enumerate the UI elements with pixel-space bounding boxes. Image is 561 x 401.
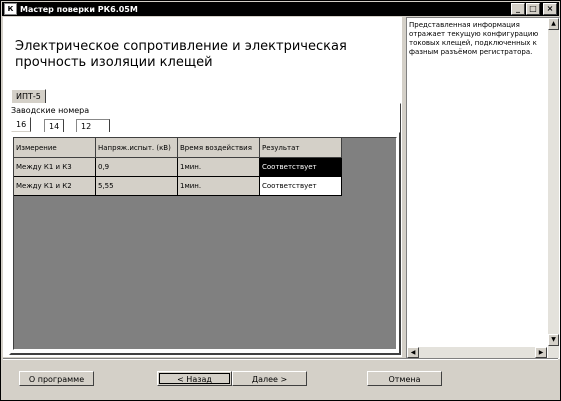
scroll-up-icon[interactable]: ▲ <box>548 18 559 30</box>
back-button[interactable]: < Назад <box>157 371 232 386</box>
cell-measurement[interactable]: Между К1 и К2 <box>14 177 96 196</box>
cell-time[interactable]: 1мин. <box>178 177 260 196</box>
table-row[interactable]: Между К1 и К3 0,9 1мин. Соответствует <box>14 158 342 177</box>
title-bar[interactable]: К Мастер поверки РК6.05М _ □ × <box>2 2 559 16</box>
column-header-measurement[interactable]: Измерение <box>14 138 96 158</box>
main-panel: Электрическое сопротивление и электричес… <box>3 17 402 357</box>
page-title: Электрическое сопротивление и электричес… <box>15 39 395 71</box>
column-header-result[interactable]: Результат <box>260 138 342 158</box>
cell-result[interactable]: Соответствует <box>260 158 342 177</box>
info-text: Представленная информация отражает текущ… <box>409 21 539 56</box>
serials-label: Заводские номера <box>11 106 90 115</box>
page-title-line-1: Электрическое сопротивление и электричес… <box>15 39 347 54</box>
table-row[interactable]: Между К1 и К2 5,55 1мин. Соответствует <box>14 177 342 196</box>
tab-ipt-5[interactable]: ИПТ-5 <box>11 89 46 104</box>
page-title-line-2: прочность изоляции клещей <box>15 55 213 70</box>
scroll-right-icon[interactable]: ▶ <box>535 347 547 358</box>
close-button[interactable]: × <box>543 3 557 15</box>
window-controls: _ □ × <box>511 3 557 15</box>
window-title: Мастер поверки РК6.05М <box>20 4 138 14</box>
maximize-button[interactable]: □ <box>526 3 540 15</box>
about-button[interactable]: О программе <box>19 371 94 386</box>
clamp-tab-panel: Заводские номера 16 14 12 Измерение Напр… <box>9 103 401 355</box>
wizard-window: К Мастер поверки РК6.05М _ □ × Электриче… <box>0 0 561 401</box>
info-vertical-scrollbar[interactable]: ▲ ▼ <box>548 18 559 358</box>
scroll-left-icon[interactable]: ◀ <box>407 347 419 358</box>
column-header-time[interactable]: Время воздействия <box>178 138 260 158</box>
footer-divider <box>3 358 558 360</box>
measurement-grid[interactable]: Измерение Напряж.испыт. (кВ) Время возде… <box>13 137 397 350</box>
info-horizontal-scrollbar[interactable]: ◀ ▶ <box>407 347 547 358</box>
tab-serial-16[interactable]: 16 <box>11 117 32 132</box>
info-panel: Представленная информация отражает текущ… <box>406 17 560 359</box>
scroll-down-icon[interactable]: ▼ <box>548 334 559 346</box>
grid-header-row: Измерение Напряж.испыт. (кВ) Время возде… <box>14 138 342 158</box>
cell-voltage[interactable]: 0,9 <box>96 158 178 177</box>
column-header-voltage[interactable]: Напряж.испыт. (кВ) <box>96 138 178 158</box>
cell-time[interactable]: 1мин. <box>178 158 260 177</box>
cell-measurement[interactable]: Между К1 и К3 <box>14 158 96 177</box>
next-button[interactable]: Далее > <box>232 371 307 386</box>
minimize-button[interactable]: _ <box>511 3 525 15</box>
cancel-button[interactable]: Отмена <box>367 371 442 386</box>
serial-tab-panel: Измерение Напряж.испыт. (кВ) Время возде… <box>10 132 400 354</box>
clamp-tabs: ИПТ-5 Заводские номера 16 14 12 Измерени… <box>9 87 401 355</box>
cell-result[interactable]: Соответствует <box>260 177 342 196</box>
app-icon: К <box>4 3 17 15</box>
cell-voltage[interactable]: 5,55 <box>96 177 178 196</box>
